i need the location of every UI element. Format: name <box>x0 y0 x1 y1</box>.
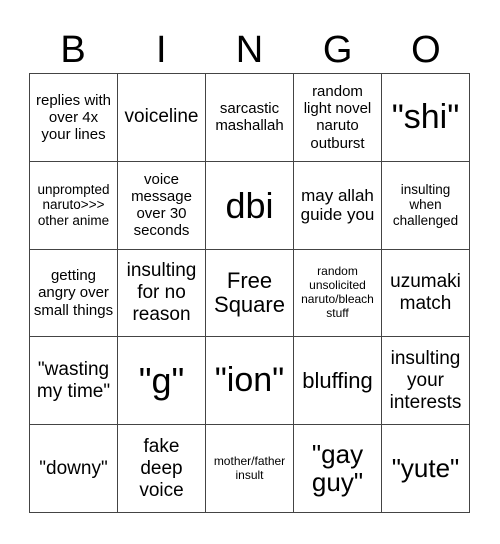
bingo-cell[interactable]: voiceline <box>118 74 206 162</box>
bingo-cell[interactable]: may allah guide you <box>294 161 382 250</box>
bingo-cell[interactable]: voice message over 30 seconds <box>118 161 206 250</box>
free-square-cell[interactable]: Free Square <box>206 249 294 338</box>
bingo-cell[interactable]: sarcastic mashallah <box>206 74 294 162</box>
bingo-cell[interactable]: random light novel naruto outburst <box>294 74 382 162</box>
bingo-cell[interactable]: "g" <box>118 337 206 426</box>
bingo-cell[interactable]: uzumaki match <box>382 249 470 338</box>
bingo-cell[interactable]: "gay guy" <box>294 425 382 513</box>
header-letter-g: G <box>322 29 353 71</box>
bingo-header: B I N G O <box>29 28 470 72</box>
bingo-cell[interactable]: dbi <box>206 161 294 250</box>
bingo-grid: replies with over 4x your lines voicelin… <box>29 73 470 513</box>
bingo-cell[interactable]: insulting when challenged <box>382 161 470 250</box>
bingo-cell[interactable]: "ion" <box>206 337 294 426</box>
bingo-cell[interactable]: unprompted naruto>>> other anime <box>30 161 118 250</box>
bingo-cell[interactable]: insulting your interests <box>382 337 470 426</box>
bingo-cell[interactable]: "downy" <box>30 425 118 513</box>
bingo-cell[interactable]: getting angry over small things <box>30 249 118 338</box>
bingo-cell[interactable]: bluffing <box>294 337 382 426</box>
header-letter-o: O <box>411 29 441 71</box>
bingo-cell[interactable]: "yute" <box>382 425 470 513</box>
bingo-cell[interactable]: insulting for no reason <box>118 249 206 338</box>
bingo-cell[interactable]: replies with over 4x your lines <box>30 74 118 162</box>
bingo-cell[interactable]: "wasting my time" <box>30 337 118 426</box>
header-letter-n: N <box>235 29 264 71</box>
bingo-cell[interactable]: "shi" <box>382 74 470 162</box>
bingo-cell[interactable]: mother/father insult <box>206 425 294 513</box>
bingo-cell[interactable]: fake deep voice <box>118 425 206 513</box>
header-letter-b: B <box>60 29 86 71</box>
bingo-cell[interactable]: random unsolicited naruto/bleach stuff <box>294 249 382 338</box>
header-letter-i: I <box>156 29 167 71</box>
